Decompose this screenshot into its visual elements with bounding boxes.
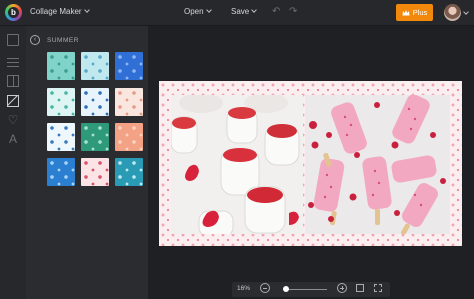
pattern-tile[interactable]: [115, 158, 143, 186]
plus-upgrade-button[interactable]: Plus: [396, 4, 433, 21]
zoom-percent: 16%: [237, 285, 251, 292]
open-menu[interactable]: Open: [184, 7, 212, 16]
top-bar: b Collage Maker Open Save ↶ ↷ Plus: [0, 0, 474, 26]
pattern-tile[interactable]: [115, 52, 143, 80]
pattern-tile[interactable]: [81, 88, 109, 116]
background-icon[interactable]: [7, 95, 19, 107]
photo-icon[interactable]: [7, 34, 19, 46]
zoom-out-icon[interactable]: [260, 283, 270, 293]
chevron-down-icon: [83, 7, 90, 13]
pattern-tile[interactable]: [81, 123, 109, 151]
pattern-tile[interactable]: [81, 52, 109, 80]
pattern-tile[interactable]: [115, 88, 143, 116]
tool-rail: ♡ A: [0, 26, 26, 299]
open-label: Open: [184, 7, 204, 16]
pattern-tile[interactable]: [115, 123, 143, 151]
collage-photo-left[interactable]: [171, 95, 303, 234]
app-title: Collage Maker: [30, 7, 82, 16]
user-avatar[interactable]: [444, 4, 461, 21]
zoom-in-icon[interactable]: [337, 283, 347, 293]
fit-screen-icon[interactable]: [356, 284, 364, 292]
chevron-down-icon: [205, 7, 212, 13]
popsicles-photo: [305, 95, 450, 234]
save-label: Save: [231, 7, 250, 16]
panel-title: SUMMER: [47, 37, 79, 44]
text-icon[interactable]: A: [7, 133, 19, 145]
pattern-tile[interactable]: [47, 123, 75, 151]
pattern-tile[interactable]: [47, 158, 75, 186]
plus-label: Plus: [412, 8, 428, 17]
heart-icon[interactable]: ♡: [7, 114, 19, 126]
crown-icon: [402, 9, 410, 15]
layout-icon[interactable]: [7, 75, 19, 87]
collage-photo-right[interactable]: [305, 95, 450, 234]
pattern-tile[interactable]: [47, 52, 75, 80]
sliders-icon[interactable]: [7, 56, 19, 68]
undo-icon[interactable]: ↶: [272, 6, 280, 17]
chevron-down-icon: [251, 7, 258, 13]
strawberry-cups-photo: [171, 95, 303, 234]
app-title-menu[interactable]: Collage Maker: [30, 7, 90, 16]
zoom-slider-handle[interactable]: [282, 286, 289, 292]
app-logo-icon[interactable]: b: [5, 4, 22, 21]
collage-maker-app: b Collage Maker Open Save ↶ ↷ Plus ♡ A ‹…: [0, 0, 474, 299]
pattern-tile[interactable]: [47, 88, 75, 116]
chevron-down-icon[interactable]: [463, 9, 469, 15]
pattern-tile[interactable]: [81, 158, 109, 186]
back-arrow-icon[interactable]: ‹: [30, 35, 40, 45]
redo-icon[interactable]: ↷: [289, 6, 297, 17]
fullscreen-icon[interactable]: [374, 284, 382, 292]
save-menu[interactable]: Save: [231, 7, 258, 16]
zoom-slider[interactable]: [283, 289, 327, 290]
